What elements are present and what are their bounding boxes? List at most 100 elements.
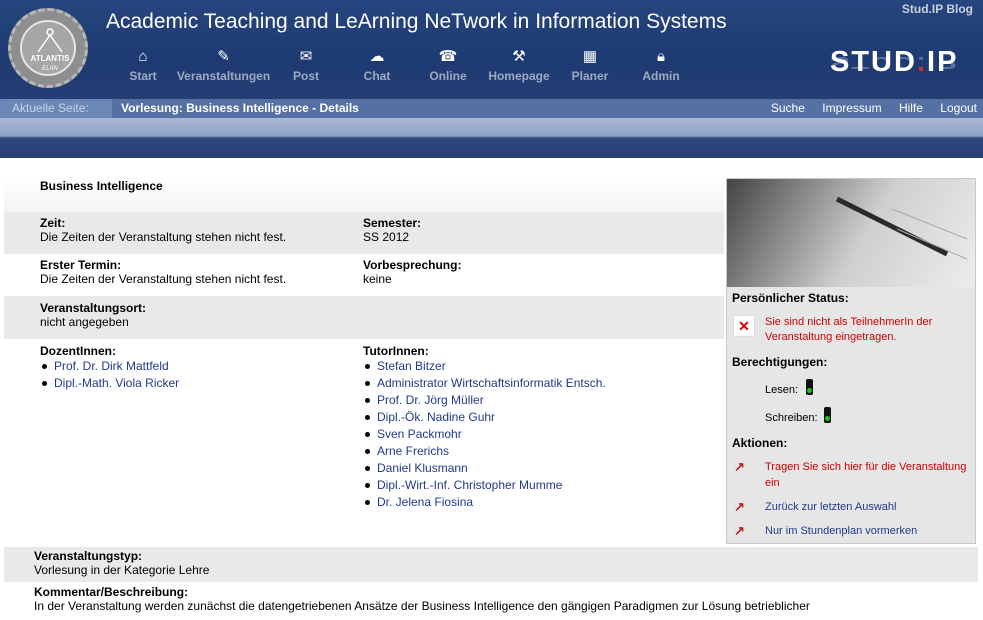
nav-admin[interactable]: 🔒︎ Admin bbox=[642, 48, 680, 96]
ort-label: Veranstaltungsort: bbox=[40, 301, 147, 315]
brand-reflect-dot: . bbox=[916, 52, 928, 72]
nav-label: Admin bbox=[642, 69, 680, 83]
logo-text: ATLANTIS bbox=[30, 54, 70, 63]
mail-icon: ✉ bbox=[299, 48, 313, 65]
tutor-link[interactable]: Prof. Dr. Jörg Müller bbox=[377, 393, 484, 407]
nav-post[interactable]: ✉ Post bbox=[291, 48, 321, 96]
list-item: Prof. Dr. Dirk Mattfeld bbox=[40, 358, 340, 375]
main-content: Business Intelligence Zeit: Die Zeiten d… bbox=[0, 158, 983, 620]
top-links: Suche Impressum Hilfe Logout bbox=[757, 99, 977, 118]
list-item: Arne Frerichs bbox=[363, 443, 713, 460]
sub-navigation-bar bbox=[0, 118, 983, 158]
nav-label: Start bbox=[129, 69, 157, 83]
nav-planer[interactable]: ▦ Planer bbox=[570, 48, 610, 96]
action-arrow-icon: ↗ bbox=[734, 523, 745, 538]
zeit-label: Zeit: bbox=[40, 216, 66, 230]
calendar-icon: ▦ bbox=[582, 48, 598, 65]
tutor-link[interactable]: Administrator Wirtschaftsinformatik Ents… bbox=[377, 376, 606, 390]
tutor-link[interactable]: Arne Frerichs bbox=[377, 444, 449, 458]
vorbesprechung-label: Vorbesprechung: bbox=[363, 258, 462, 272]
dozenten-list: Prof. Dr. Dirk Mattfeld Dipl.-Math. Viol… bbox=[40, 358, 340, 392]
location-row: Veranstaltungsort: nicht angegeben bbox=[4, 296, 724, 339]
studip-logo-reflection: STUD.IP bbox=[830, 52, 958, 72]
status-heading: Persönlicher Status: bbox=[732, 291, 849, 305]
nav-label: Chat bbox=[363, 69, 391, 83]
tutor-link[interactable]: Stefan Bitzer bbox=[377, 359, 446, 373]
read-permission-label: Lesen: bbox=[765, 384, 799, 396]
kommentar-label: Kommentar/Beschreibung: bbox=[34, 585, 189, 599]
list-item: Daniel Klusmann bbox=[363, 460, 713, 477]
list-item: Prof. Dr. Jörg Müller bbox=[363, 392, 713, 409]
course-title-row: Business Intelligence bbox=[4, 176, 724, 212]
nav-label: Post bbox=[292, 69, 319, 83]
online-icon: ☎ bbox=[438, 48, 458, 65]
logout-link[interactable]: Logout bbox=[940, 101, 977, 115]
dozent-link[interactable]: Dipl.-Math. Viola Ricker bbox=[54, 376, 179, 390]
logo-subtext: ELAN bbox=[42, 66, 58, 72]
page-title: Business Intelligence bbox=[40, 179, 163, 193]
dozenten-label: DozentInnen: bbox=[40, 344, 116, 358]
course-type-row: Veranstaltungstyp: Vorlesung in der Kate… bbox=[4, 547, 978, 582]
action-arrow-icon: ↗ bbox=[734, 499, 745, 514]
list-item: Dipl.-Math. Viola Ricker bbox=[40, 375, 340, 392]
nav-veranstaltungen[interactable]: ✎ Veranstaltungen bbox=[176, 48, 271, 96]
blog-link[interactable]: Stud.IP Blog bbox=[902, 2, 973, 16]
tutoren-label: TutorInnen: bbox=[363, 344, 429, 358]
nav-homepage[interactable]: ⚒ Homepage bbox=[487, 48, 551, 96]
list-item: Sven Packmohr bbox=[363, 426, 713, 443]
semester-value: SS 2012 bbox=[363, 230, 410, 244]
nav-online[interactable]: ☎ Online bbox=[428, 48, 468, 96]
typ-label: Veranstaltungstyp: bbox=[34, 549, 143, 563]
breadcrumb: Vorlesung: Business Intelligence - Detai… bbox=[121, 101, 359, 115]
logo-emblem: ATLANTIS ELAN bbox=[20, 20, 76, 76]
list-item: Administrator Wirtschaftsinformatik Ents… bbox=[363, 375, 713, 392]
enroll-action-link[interactable]: Tragen Sie sich hier für die Veranstaltu… bbox=[765, 459, 970, 491]
semester-label: Semester: bbox=[363, 216, 422, 230]
actions-heading: Aktionen: bbox=[732, 436, 788, 450]
tutor-link[interactable]: Dipl.-Ök. Nadine Guhr bbox=[377, 410, 495, 424]
sidebar-infobox: Persönlicher Status: ✕ Sie sind nicht al… bbox=[726, 178, 976, 544]
description-row: Kommentar/Beschreibung: In der Veranstal… bbox=[4, 582, 978, 620]
app-title: Academic Teaching and LeArning NeTwork i… bbox=[106, 10, 727, 33]
back-action-link[interactable]: Zurück zur letzten Auswahl bbox=[765, 499, 970, 515]
schedule-action-link[interactable]: Nur im Stundenplan vormerken bbox=[765, 523, 970, 539]
tutor-link[interactable]: Dipl.-Wirt.-Inf. Christopher Mumme bbox=[377, 478, 562, 492]
tools-icon: ⚒ bbox=[512, 48, 526, 65]
ort-value: nicht angegeben bbox=[40, 315, 129, 329]
nav-start[interactable]: ⌂ Start bbox=[128, 48, 158, 96]
vorbesprechung-value: keine bbox=[363, 272, 392, 286]
help-link[interactable]: Hilfe bbox=[899, 101, 923, 115]
pen-icon bbox=[835, 196, 968, 260]
list-item: Stefan Bitzer bbox=[363, 358, 713, 375]
list-item: Dipl.-Wirt.-Inf. Christopher Mumme bbox=[363, 477, 713, 494]
atlantis-logo[interactable]: ATLANTIS ELAN bbox=[8, 8, 88, 88]
courses-icon: ✎ bbox=[217, 48, 230, 65]
nav-chat[interactable]: ☁ Chat bbox=[362, 48, 392, 96]
header: ATLANTIS ELAN Academic Teaching and LeAr… bbox=[0, 0, 983, 100]
tutor-link[interactable]: Sven Packmohr bbox=[377, 427, 462, 441]
brand-reflect-tail: IP bbox=[927, 52, 959, 72]
read-permission-light-icon bbox=[806, 379, 813, 395]
first-date-row: Erster Termin: Die Zeiten der Veranstalt… bbox=[4, 254, 724, 296]
search-link[interactable]: Suche bbox=[771, 101, 805, 115]
zeit-value: Die Zeiten der Veranstaltung stehen nich… bbox=[40, 230, 287, 244]
nav-label: Planer bbox=[571, 69, 609, 83]
termin-label: Erster Termin: bbox=[40, 258, 122, 272]
lock-icon: 🔒︎ bbox=[657, 48, 665, 65]
time-row: Zeit: Die Zeiten der Veranstaltung stehe… bbox=[4, 212, 724, 254]
tutoren-list: Stefan Bitzer Administrator Wirtschaftsi… bbox=[363, 358, 713, 511]
permissions-heading: Berechtigungen: bbox=[732, 355, 828, 369]
breadcrumb-label: Aktuelle Seite: bbox=[0, 99, 112, 118]
list-item: Dipl.-Ök. Nadine Guhr bbox=[363, 409, 713, 426]
tutor-link[interactable]: Dr. Jelena Fiosina bbox=[377, 495, 473, 509]
impressum-link[interactable]: Impressum bbox=[822, 101, 881, 115]
termin-value: Die Zeiten der Veranstaltung stehen nich… bbox=[40, 272, 287, 286]
tutor-link[interactable]: Daniel Klusmann bbox=[377, 461, 468, 475]
chat-icon: ☁ bbox=[369, 48, 385, 65]
write-permission-label: Schreiben: bbox=[765, 412, 818, 424]
decorative-pen-image bbox=[727, 179, 975, 287]
home-icon: ⌂ bbox=[138, 48, 148, 65]
list-item: Dr. Jelena Fiosina bbox=[363, 494, 713, 511]
dozent-link[interactable]: Prof. Dr. Dirk Mattfeld bbox=[54, 359, 169, 373]
status-text: Sie sind nicht als TeilnehmerIn der Vera… bbox=[765, 316, 933, 343]
